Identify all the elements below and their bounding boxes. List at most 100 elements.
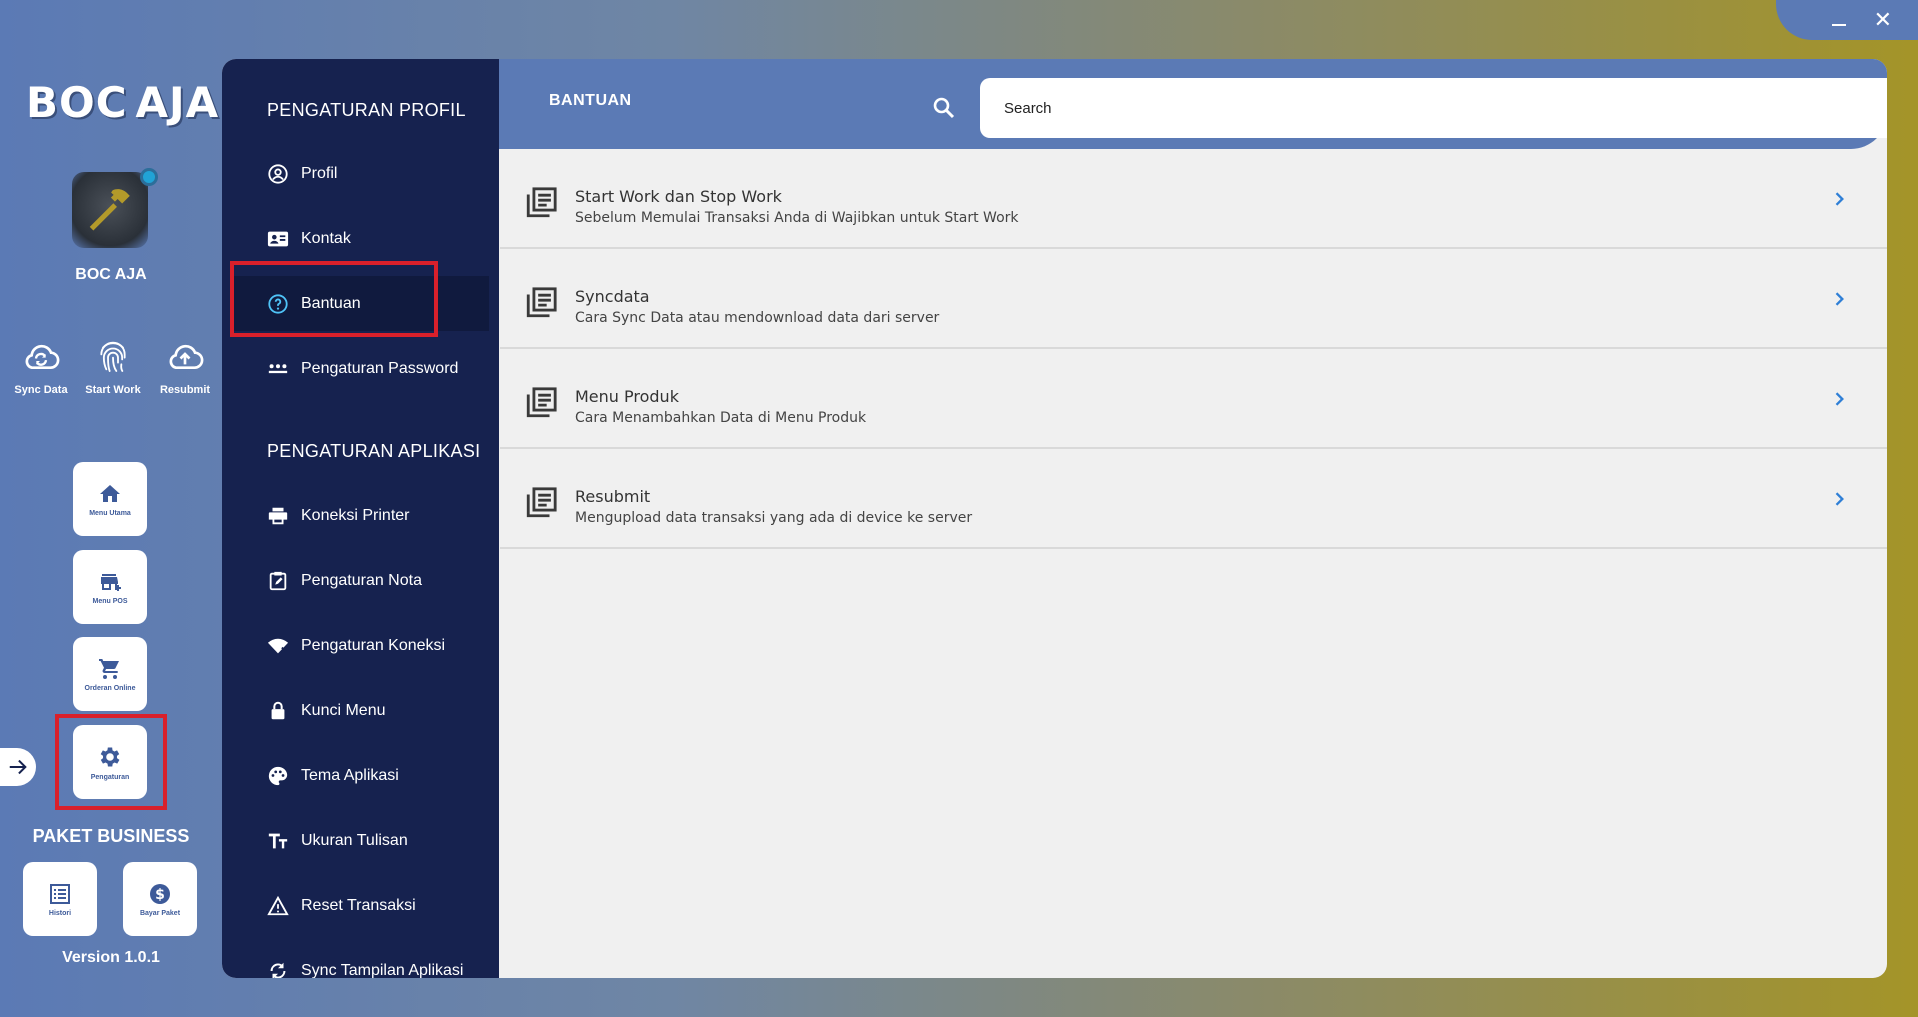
start-work-label: Start Work	[85, 384, 141, 396]
sync-data-label: Sync Data	[14, 384, 68, 396]
package-label: PAKET BUSINESS	[32, 826, 190, 846]
nav-item-profil[interactable]: Profil	[232, 146, 489, 201]
hammer-avatar-icon	[89, 189, 130, 231]
help-item-title: Start Work dan Stop Work	[575, 187, 782, 206]
list-item[interactable]: Syncdata Cara Sync Data atau mendownload…	[500, 249, 1887, 349]
nav-item-label: Koneksi Printer	[301, 506, 410, 524]
main-panel: PENGATURAN PROFIL Profil Kontak Bantuan …	[222, 59, 1887, 978]
logo-text-right: AJA	[135, 77, 220, 127]
warning-icon	[267, 895, 289, 917]
chevron-right-icon	[1829, 189, 1849, 214]
nav-item-label: Pengaturan Password	[301, 359, 459, 377]
nav-item-sync-tampilan-aplikasi[interactable]: Sync Tampilan Aplikasi	[232, 943, 489, 978]
help-item-desc: Mengupload data transaksi yang ada di de…	[575, 510, 973, 526]
list-item[interactable]: Resubmit Mengupload data transaksi yang …	[500, 449, 1887, 549]
list-item[interactable]: Menu Produk Cara Menambahkan Data di Men…	[500, 349, 1887, 449]
close-window-button[interactable]: ✕	[1874, 9, 1892, 31]
nav-item-label: Pengaturan Nota	[301, 571, 422, 589]
nav-item-kontak[interactable]: Kontak	[232, 211, 489, 266]
nav-item-label: Kunci Menu	[301, 701, 386, 719]
list-icon	[50, 883, 70, 904]
bayar-paket-tile[interactable]: $ Bayar Paket	[123, 862, 197, 936]
version-label: Version 1.0.1	[62, 949, 160, 966]
quick-actions: Sync Data Start Work Resubmit	[6, 336, 220, 398]
help-item-title: Resubmit	[575, 487, 651, 506]
app-section-heading: PENGATURAN APLIKASI	[267, 441, 481, 461]
chevron-right-icon	[1829, 289, 1849, 314]
nav-item-label: Ukuran Tulisan	[301, 831, 408, 849]
header-bar: BANTUAN	[499, 59, 1887, 149]
histori-tile[interactable]: Histori	[23, 862, 97, 936]
minimize-button[interactable]	[1831, 14, 1846, 26]
password-dots-icon	[267, 358, 289, 380]
wifi-icon	[267, 635, 289, 657]
palette-icon	[267, 765, 289, 787]
histori-label: Histori	[48, 909, 72, 917]
menu-utama-label: Menu Utama	[89, 509, 131, 517]
avatar[interactable]	[72, 168, 158, 248]
nav-item-pengaturan-password[interactable]: Pengaturan Password	[232, 341, 489, 396]
settings-nav: PENGATURAN PROFIL Profil Kontak Bantuan …	[222, 59, 499, 978]
start-work-button[interactable]: Start Work	[78, 336, 148, 398]
nav-item-reset-transaksi[interactable]: Reset Transaksi	[232, 878, 489, 933]
highlight-pengaturan	[55, 714, 167, 810]
help-item-desc: Cara Sync Data atau mendownload data dar…	[575, 310, 940, 326]
sync-icon	[267, 960, 289, 978]
nav-item-koneksi-printer[interactable]: Koneksi Printer	[232, 488, 489, 543]
lock-icon	[267, 700, 289, 722]
orderan-online-tile[interactable]: Orderan Online	[73, 637, 147, 711]
minimize-icon	[1831, 24, 1846, 26]
menu-pos-label: Menu POS	[92, 597, 128, 605]
note-edit-icon	[267, 570, 289, 592]
highlight-bantuan	[230, 261, 438, 337]
arrow-right-icon	[9, 759, 27, 775]
nav-item-kunci-menu[interactable]: Kunci Menu	[232, 683, 489, 738]
search-input[interactable]	[980, 78, 1887, 138]
chevron-right-icon	[1829, 389, 1849, 414]
document-icon	[524, 186, 558, 225]
profile-section-heading: PENGATURAN PROFIL	[267, 100, 466, 120]
list-item[interactable]: Start Work dan Stop Work Sebelum Memulai…	[500, 149, 1887, 249]
nav-item-pengaturan-nota[interactable]: Pengaturan Nota	[232, 553, 489, 608]
nav-item-label: Sync Tampilan Aplikasi	[301, 961, 464, 979]
chevron-right-icon	[1829, 489, 1849, 514]
printer-icon	[267, 505, 289, 527]
help-list: Start Work dan Stop Work Sebelum Memulai…	[500, 149, 1887, 549]
nav-item-tema-aplikasi[interactable]: Tema Aplikasi	[232, 748, 489, 803]
help-item-desc: Cara Menambahkan Data di Menu Produk	[575, 410, 867, 426]
nav-item-label: Reset Transaksi	[301, 896, 416, 914]
nav-item-label: Kontak	[301, 229, 351, 247]
app-logo: BOC AJA	[26, 76, 218, 128]
document-icon	[524, 486, 558, 525]
cloud-upload-icon	[169, 344, 204, 369]
contact-card-icon	[267, 228, 289, 250]
nav-item-ukuran-tulisan[interactable]: Ukuran Tulisan	[232, 813, 489, 868]
sync-data-button[interactable]: Sync Data	[6, 336, 76, 398]
resubmit-button[interactable]: Resubmit	[150, 336, 220, 398]
nav-item-label: Profil	[301, 164, 338, 182]
help-item-title: Menu Produk	[575, 387, 679, 406]
online-status-icon	[140, 168, 158, 186]
store-icon	[101, 573, 121, 591]
dollar-icon: $	[150, 883, 170, 904]
account-circle-icon	[267, 163, 289, 185]
orderan-online-label: Orderan Online	[84, 684, 136, 692]
user-name: BOC AJA	[75, 266, 147, 283]
help-item-title: Syncdata	[575, 287, 650, 306]
help-item-desc: Sebelum Memulai Transaksi Anda di Wajibk…	[575, 210, 1019, 226]
document-icon	[524, 386, 558, 425]
resubmit-label: Resubmit	[159, 384, 211, 396]
left-sidebar: BOC AJA BOC AJA Sync Data Start Work Res…	[0, 0, 222, 1017]
logo-text-left: BOC	[26, 77, 128, 127]
menu-pos-tile[interactable]: Menu POS	[73, 550, 147, 624]
search-icon[interactable]	[932, 96, 956, 125]
expand-sidebar-button[interactable]	[0, 748, 36, 786]
bayar-paket-label: Bayar Paket	[139, 909, 181, 917]
cloud-sync-icon	[25, 344, 60, 369]
nav-item-label: Pengaturan Koneksi	[301, 636, 446, 654]
menu-utama-tile[interactable]: Menu Utama	[73, 462, 147, 536]
fingerprint-icon	[100, 341, 126, 372]
nav-item-pengaturan-koneksi[interactable]: Pengaturan Koneksi	[232, 618, 489, 673]
text-size-icon	[267, 830, 289, 852]
document-icon	[524, 286, 558, 325]
